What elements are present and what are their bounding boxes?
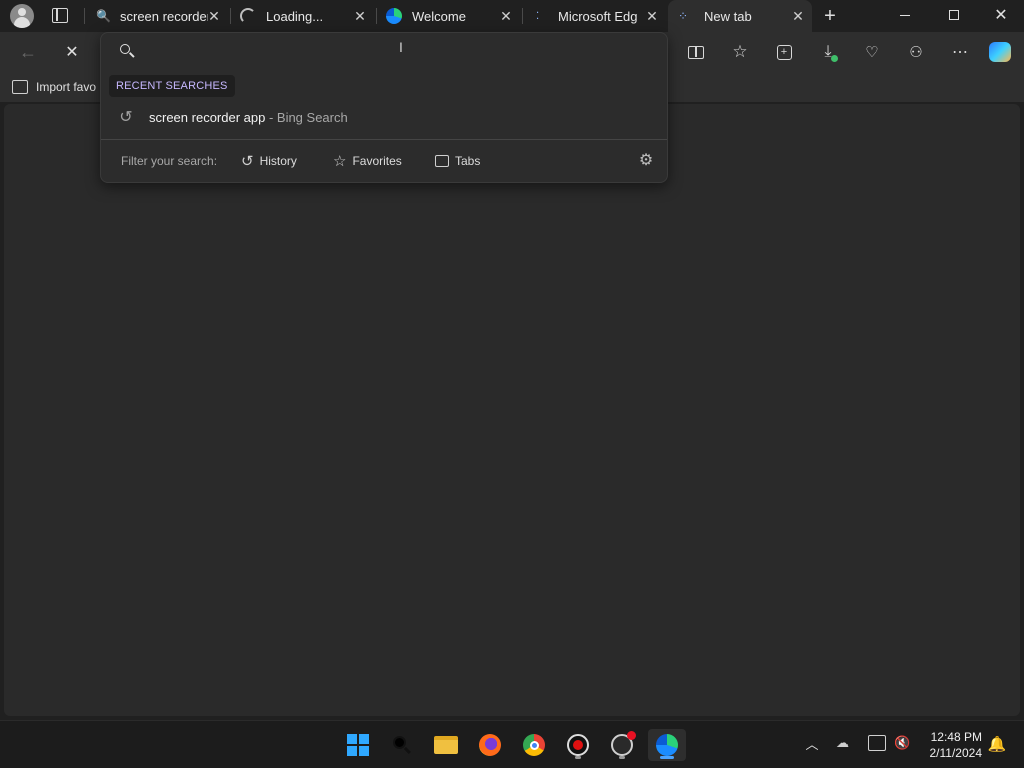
close-tab-icon[interactable]: ✕ [498,8,514,24]
close-tab-icon[interactable]: ✕ [790,8,806,24]
taskbar: ︿ ☁ 🔇 12:48 PM 2/11/2024 🔔 [0,720,1024,768]
onedrive-icon[interactable]: ☁ [836,735,854,751]
import-favorites-label: Import favo [36,80,97,94]
minimize-button[interactable] [900,15,910,16]
tab-strip: 🔍 screen recorder ✕ Loading... ✕ Welcome… [0,0,1024,32]
page-content [4,104,1020,716]
split-screen-icon[interactable] [684,40,708,64]
show-hidden-icons-chevron-icon[interactable]: ︿ [804,735,820,752]
tab-new-tab[interactable]: ⁘ New tab ✕ [668,0,812,32]
firefox-icon[interactable] [474,729,506,761]
tab-welcome[interactable]: Welcome ✕ [378,0,520,32]
suggestion-source: - Bing Search [265,109,348,125]
screen-recorder-icon[interactable] [562,729,594,761]
loading-dots-icon: ⁚ [536,10,540,22]
extensions-icon[interactable]: ⚇ [904,40,928,64]
restore-button[interactable] [949,10,959,20]
loading-dots-icon: ⁘ [678,9,689,23]
import-favorites-button[interactable]: Import favo [12,78,96,96]
filter-history-button[interactable]: ↺ History [241,151,297,171]
close-tab-icon[interactable]: ✕ [644,8,660,24]
taskbar-search-icon[interactable] [386,729,418,761]
tab-title: New tab [704,8,752,24]
clock-date: 2/11/2024 [929,746,983,760]
downloads-icon[interactable]: ⤓ [816,40,840,64]
browser-essentials-icon[interactable]: ♡ [860,40,884,64]
new-tab-button[interactable]: + [818,4,842,28]
filter-tabs-label: Tabs [455,154,481,168]
collections-icon[interactable]: + [772,40,796,64]
network-icon[interactable] [868,735,886,751]
windows-start-icon[interactable] [342,729,374,761]
tab-title: Loading... [266,8,324,24]
search-icon: 🔍 [96,9,111,23]
settings-gear-icon[interactable]: ⚙ [637,151,655,169]
close-window-button[interactable]: ✕ [992,6,1010,24]
suggestion-query: screen recorder app [149,109,266,125]
tabs-icon [435,155,449,167]
import-icon [12,80,28,94]
search-icon [119,43,135,59]
tab-screen-recorder[interactable]: 🔍 screen recorder ✕ [88,0,228,32]
vertical-tabs-icon[interactable] [52,8,68,23]
clock-time: 12:48 PM [930,730,982,744]
tab-title: Welcome [412,8,466,24]
close-tab-icon[interactable]: ✕ [352,8,368,24]
loading-spinner-icon [240,8,256,24]
filter-history-label: History [259,154,297,168]
address-bar-dropdown: I RECENT SEARCHES ↺ screen recorder app … [100,32,668,183]
tab-title: screen recorder [120,8,208,24]
stop-loading-icon[interactable]: ✕ [60,40,84,64]
text-cursor: I [399,39,403,55]
star-icon: ☆ [333,153,347,170]
divider [101,139,667,140]
filter-tabs-button[interactable]: Tabs [435,151,480,171]
profile-avatar[interactable] [10,4,34,28]
filter-label: Filter your search: [121,154,218,168]
obs-icon[interactable] [606,729,638,761]
chrome-icon[interactable] [518,729,550,761]
more-options-icon[interactable]: ⋯ [948,40,972,64]
volume-muted-icon[interactable]: 🔇 [894,735,912,751]
history-icon: ↺ [119,109,133,126]
recent-searches-heading: RECENT SEARCHES [109,75,235,97]
filter-favorites-label: Favorites [352,154,402,168]
history-icon: ↺ [241,153,254,170]
filter-favorites-button[interactable]: ☆ Favorites [333,151,402,171]
tab-loading[interactable]: Loading... ✕ [232,0,374,32]
edge-icon[interactable] [648,729,686,761]
favorites-star-icon[interactable]: ☆ [728,40,752,64]
notification-bell-icon[interactable]: 🔔 [988,735,1007,753]
filter-row: Filter your search: ↺ History ☆ Favorite… [101,141,667,181]
tab-microsoft-edge[interactable]: ⁚ Microsoft Edge ✕ [524,0,666,32]
close-tab-icon[interactable]: ✕ [206,8,222,24]
copilot-icon[interactable] [988,40,1012,64]
taskbar-clock[interactable]: 12:48 PM 2/11/2024 [930,729,983,761]
edge-logo-icon [386,8,402,24]
back-icon[interactable]: ← [16,40,40,64]
suggestion-row[interactable]: ↺ screen recorder app - Bing Search [101,101,667,133]
tab-title: Microsoft Edge [558,8,638,24]
file-explorer-icon[interactable] [430,729,462,761]
